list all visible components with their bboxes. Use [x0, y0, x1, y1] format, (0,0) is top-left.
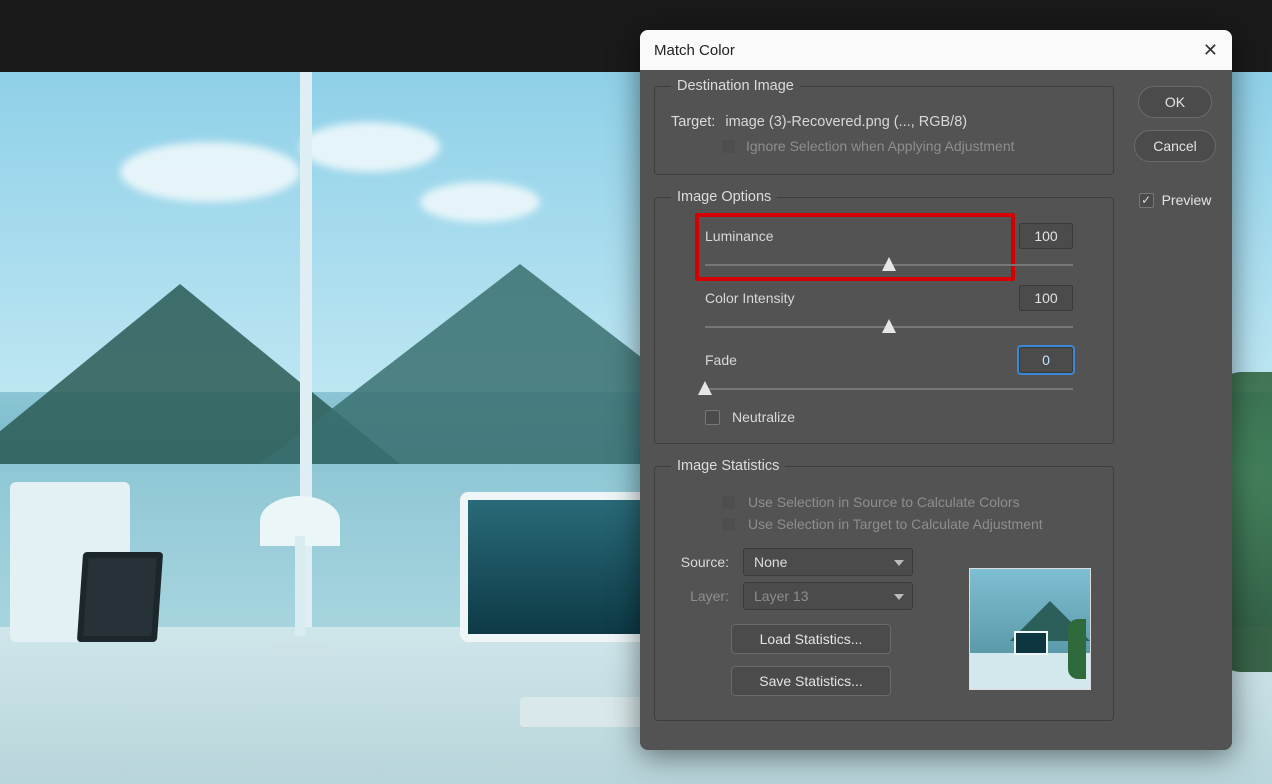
fade-input[interactable] — [1019, 347, 1073, 373]
fade-option: Fade — [705, 347, 1073, 399]
image-options-legend: Image Options — [671, 189, 777, 205]
monitor-prop — [460, 492, 650, 642]
use-target-selection-label: Use Selection in Target to Calculate Adj… — [748, 516, 1043, 532]
luminance-input[interactable] — [1019, 223, 1073, 249]
ok-button[interactable]: OK — [1138, 86, 1212, 118]
luminance-label: Luminance — [705, 228, 774, 244]
neutralize-checkbox[interactable] — [705, 410, 720, 425]
destination-image-group: Destination Image Target: image (3)-Reco… — [654, 78, 1114, 175]
image-options-group: Image Options Luminance Color Inte — [654, 189, 1114, 444]
luminance-option: Luminance — [705, 223, 1073, 275]
layer-value: Layer 13 — [754, 588, 808, 604]
image-statistics-legend: Image Statistics — [671, 458, 785, 474]
layer-label: Layer: — [671, 588, 729, 604]
cancel-button[interactable]: Cancel — [1134, 130, 1216, 162]
close-icon[interactable]: ✕ — [1203, 41, 1218, 59]
preview-checkbox[interactable] — [1139, 193, 1154, 208]
source-value: None — [754, 554, 787, 570]
lamp-prop — [240, 496, 360, 656]
dialog-title: Match Color — [654, 42, 735, 59]
luminance-slider[interactable] — [705, 257, 1073, 275]
use-target-selection-checkbox — [721, 517, 736, 532]
statistics-preview-thumbnail — [969, 568, 1091, 690]
color-intensity-slider[interactable] — [705, 319, 1073, 337]
cloud — [120, 142, 300, 202]
image-statistics-group: Image Statistics Use Selection in Source… — [654, 458, 1114, 721]
load-statistics-button[interactable]: Load Statistics... — [731, 624, 891, 654]
ignore-selection-label: Ignore Selection when Applying Adjustmen… — [746, 138, 1015, 154]
layer-select: Layer 13 — [743, 582, 913, 610]
target-label: Target: — [671, 114, 715, 130]
match-color-dialog: Match Color ✕ OK Cancel Preview Destinat… — [640, 30, 1232, 750]
fade-slider[interactable] — [705, 381, 1073, 399]
save-statistics-button[interactable]: Save Statistics... — [731, 666, 891, 696]
use-source-selection-checkbox — [721, 495, 736, 510]
color-intensity-input[interactable] — [1019, 285, 1073, 311]
use-source-selection-label: Use Selection in Source to Calculate Col… — [748, 494, 1020, 510]
cloud — [300, 122, 440, 172]
fade-label: Fade — [705, 352, 737, 368]
preview-label: Preview — [1162, 192, 1212, 208]
picture-frame-prop — [77, 552, 163, 642]
color-intensity-label: Color Intensity — [705, 290, 794, 306]
dialog-titlebar[interactable]: Match Color ✕ — [640, 30, 1232, 70]
source-label: Source: — [671, 554, 729, 570]
neutralize-label: Neutralize — [732, 409, 795, 425]
target-value: image (3)-Recovered.png (..., RGB/8) — [725, 114, 967, 130]
destination-legend: Destination Image — [671, 78, 800, 94]
source-select[interactable]: None — [743, 548, 913, 576]
color-intensity-option: Color Intensity — [705, 285, 1073, 337]
ignore-selection-checkbox — [721, 139, 736, 154]
cloud — [420, 182, 540, 222]
